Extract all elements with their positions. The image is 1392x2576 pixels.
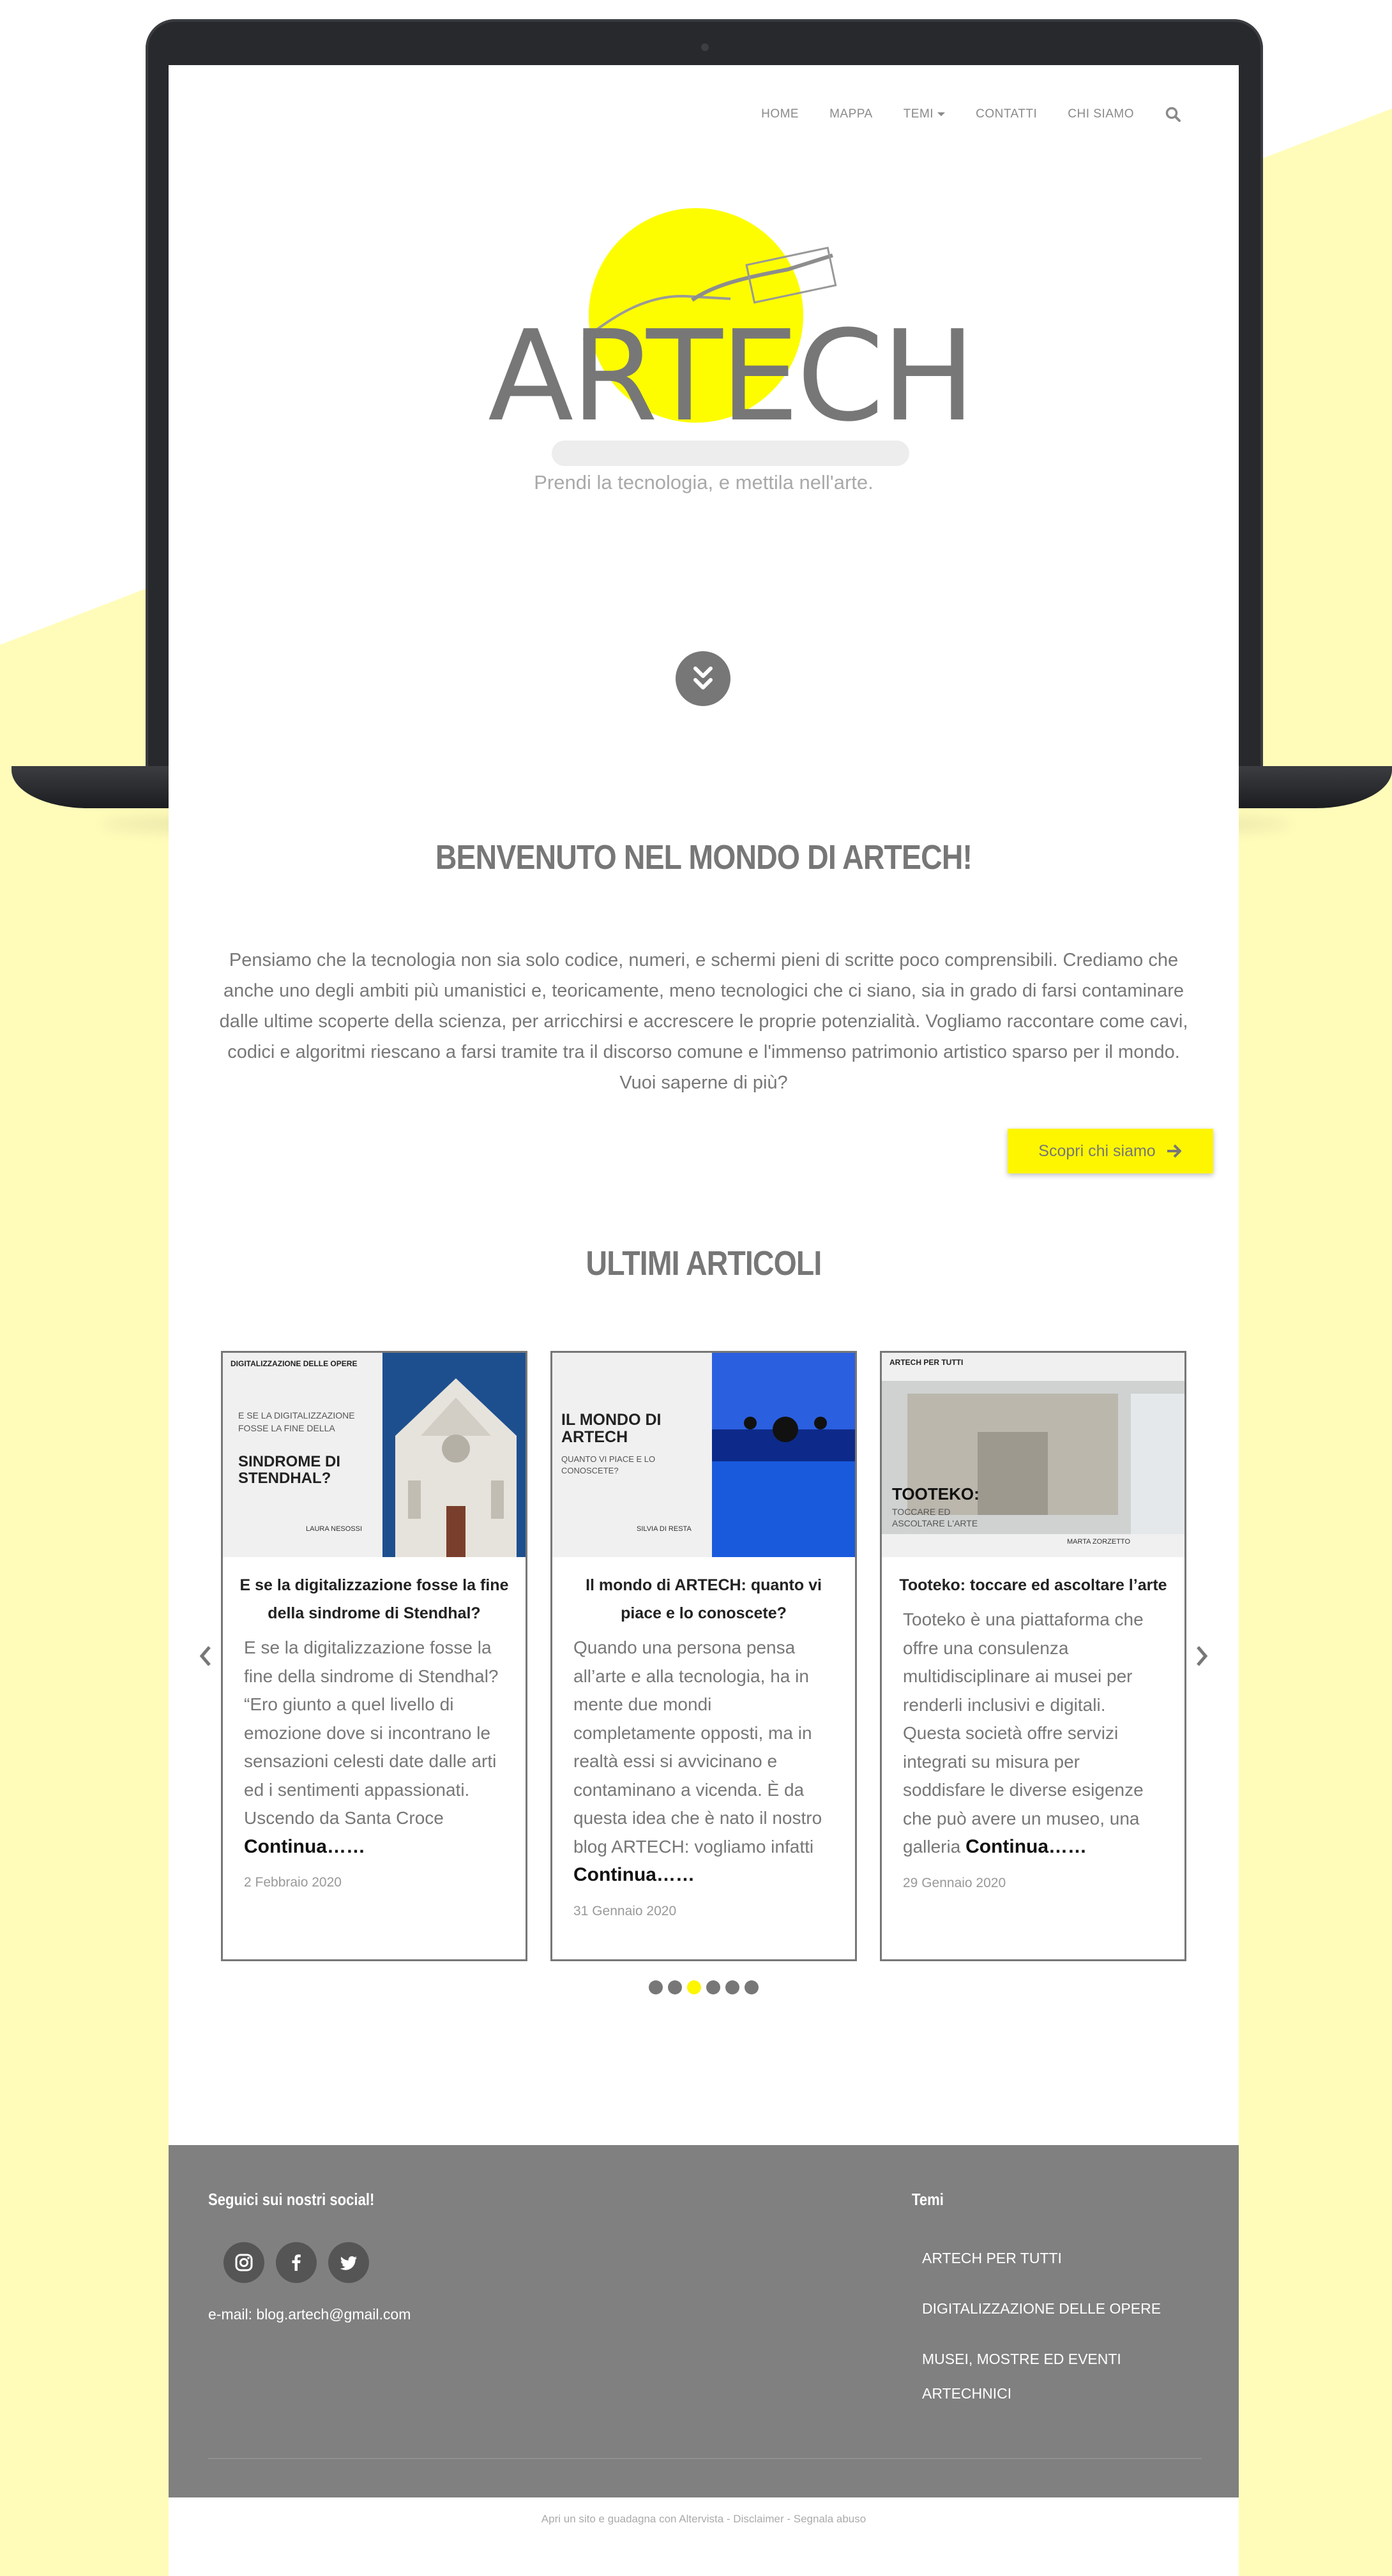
- article-card[interactable]: IL MONDO DI ARTECH QUANTO VI PIACE E LO …: [550, 1351, 857, 1961]
- bottom-credits: Apri un sito e guadagna con Altervista -…: [541, 2513, 866, 2525]
- article-date: 31 Gennaio 2020: [573, 1903, 677, 1918]
- tagline: Prendi la tecnologia, e mettila nell'art…: [534, 471, 874, 493]
- theme-link-artech-per-tutti[interactable]: ARTECH PER TUTTI: [922, 2241, 1062, 2275]
- about-us-button[interactable]: Scopri chi siamo: [1008, 1129, 1213, 1173]
- read-more-link[interactable]: Continua……: [965, 1836, 1087, 1857]
- carousel-dot[interactable]: [668, 1980, 682, 1994]
- caret-down-icon: [937, 112, 946, 116]
- thumb-small-text: TOCCARE ED ASCOLTARE L'ARTE: [892, 1507, 978, 1528]
- carousel-dot[interactable]: [687, 1980, 701, 1994]
- thumb-big-text: IL MONDO DI ARTECH: [561, 1411, 662, 1446]
- nav-temi[interactable]: TEMI: [903, 107, 946, 121]
- article-date: 2 Febbraio 2020: [244, 1875, 342, 1890]
- twitter-button[interactable]: [328, 2242, 369, 2283]
- thumb-author: MARTA ZORZETTO: [1067, 1538, 1131, 1546]
- nav-chi-siamo[interactable]: CHI SIAMO: [1068, 107, 1134, 121]
- excerpt-text: E se la digitalizzazione fosse la fine d…: [244, 1638, 499, 1828]
- excerpt-text: Quando una persona pensa all’arte e alla…: [573, 1638, 822, 1857]
- nav-temi-label: TEMI: [903, 107, 934, 121]
- instagram-button[interactable]: [223, 2242, 264, 2283]
- carousel-dots: [169, 1980, 1239, 1994]
- thumb-tag: DIGITALIZZAZIONE DELLE OPERE: [231, 1359, 358, 1368]
- double-chevron-down-icon: [693, 667, 713, 689]
- thumb-tag: ARTECH PER TUTTI: [889, 1358, 964, 1367]
- bottom-bar: [169, 2497, 1239, 2576]
- chevron-left-icon: [199, 1646, 211, 1666]
- article-title[interactable]: Tooteko: toccare ed ascoltare l’arte: [882, 1557, 1184, 1599]
- social-heading: Seguici sui nostri social!: [208, 2190, 375, 2209]
- main-nav: HOME MAPPA TEMI CONTATTI CHI SIAMO: [761, 106, 1181, 123]
- carousel-next-button[interactable]: [1189, 1637, 1214, 1675]
- article-date: 29 Gennaio 2020: [903, 1875, 1006, 1890]
- infinity-room-photo: [712, 1353, 855, 1557]
- article-excerpt: Quando una persona pensa all’arte e alla…: [552, 1627, 855, 1890]
- articles-title: ULTIMI ARTICOLI: [586, 1244, 822, 1283]
- thumb-big-text: SINDROME DI STENDHAL?: [238, 1453, 341, 1487]
- church-photo: [382, 1353, 526, 1557]
- article-thumbnail: IL MONDO DI ARTECH QUANTO VI PIACE E LO …: [552, 1353, 855, 1557]
- scroll-down-button[interactable]: [676, 651, 730, 706]
- excerpt-text: Tooteko è una piattaforma che offre una …: [903, 1609, 1144, 1857]
- welcome-title: BENVENUTO NEL MONDO DI ARTECH!: [435, 838, 972, 877]
- about-us-label: Scopri chi siamo: [1038, 1141, 1156, 1160]
- article-excerpt: E se la digitalizzazione fosse la fine d…: [223, 1627, 526, 1861]
- article-thumbnail: DIGITALIZZAZIONE DELLE OPERE E SE LA DIG…: [223, 1353, 526, 1557]
- read-more-link[interactable]: Continua……: [573, 1864, 695, 1885]
- thumb-small-text: E SE LA DIGITALIZZAZIONE FOSSE LA FINE D…: [238, 1410, 355, 1433]
- facebook-icon: [292, 2254, 301, 2271]
- footer-email[interactable]: e-mail: blog.artech@gmail.com: [208, 2306, 411, 2323]
- twitter-icon: [340, 2256, 357, 2270]
- svg-text:ARTECH: ARTECH: [488, 304, 973, 449]
- website-page: HOME MAPPA TEMI CONTATTI CHI SIAMO ARTEC…: [169, 65, 1239, 2576]
- themes-heading: Temi: [912, 2190, 944, 2209]
- thumb-author: LAURA NESOSSI: [306, 1525, 363, 1533]
- search-icon[interactable]: [1165, 106, 1181, 123]
- article-card[interactable]: DIGITALIZZAZIONE DELLE OPERE E SE LA DIG…: [221, 1351, 527, 1961]
- article-title[interactable]: E se la digitalizzazione fosse la fine d…: [223, 1557, 526, 1627]
- artech-logo: ARTECH: [488, 208, 973, 466]
- thumb-small-text: QUANTO VI PIACE E LO CONOSCETE?: [561, 1454, 656, 1475]
- arrow-right-icon: [1167, 1144, 1181, 1158]
- footer-divider: [208, 2458, 1202, 2459]
- thumb-big-text: TOOTEKO:: [892, 1484, 980, 1503]
- article-thumbnail: ARTECH PER TUTTI TOOTEKO: TOCCARE ED ASC…: [882, 1353, 1184, 1557]
- thumb-author: SILVIA DI RESTA: [637, 1525, 692, 1533]
- chevron-right-icon: [1197, 1646, 1208, 1666]
- nav-mappa[interactable]: MAPPA: [829, 107, 873, 121]
- article-excerpt: Tooteko è una piattaforma che offre una …: [882, 1599, 1184, 1862]
- article-title[interactable]: Il mondo di ARTECH: quanto vi piace e lo…: [552, 1557, 855, 1627]
- facebook-button[interactable]: [276, 2242, 317, 2283]
- carousel-dot[interactable]: [649, 1980, 663, 1994]
- nav-home[interactable]: HOME: [761, 107, 799, 121]
- nav-contatti[interactable]: CONTATTI: [976, 107, 1037, 121]
- carousel-dot[interactable]: [706, 1980, 720, 1994]
- theme-link-artechnici[interactable]: ARTECHNICI: [922, 2376, 1011, 2411]
- carousel-prev-button[interactable]: [193, 1637, 218, 1675]
- carousel-dot[interactable]: [725, 1980, 739, 1994]
- read-more-link[interactable]: Continua……: [244, 1836, 365, 1857]
- theme-link-musei-mostre[interactable]: MUSEI, MOSTRE ED EVENTI: [922, 2342, 1121, 2376]
- welcome-text: Pensiamo che la tecnologia non sia solo …: [219, 950, 1188, 1093]
- theme-link-digitalizzazione[interactable]: DIGITALIZZAZIONE DELLE OPERE: [922, 2291, 1161, 2326]
- carousel-dot[interactable]: [745, 1980, 759, 1994]
- article-card[interactable]: ARTECH PER TUTTI TOOTEKO: TOCCARE ED ASC…: [880, 1351, 1186, 1961]
- laptop-camera: [701, 43, 709, 51]
- instagram-icon: [235, 2254, 253, 2271]
